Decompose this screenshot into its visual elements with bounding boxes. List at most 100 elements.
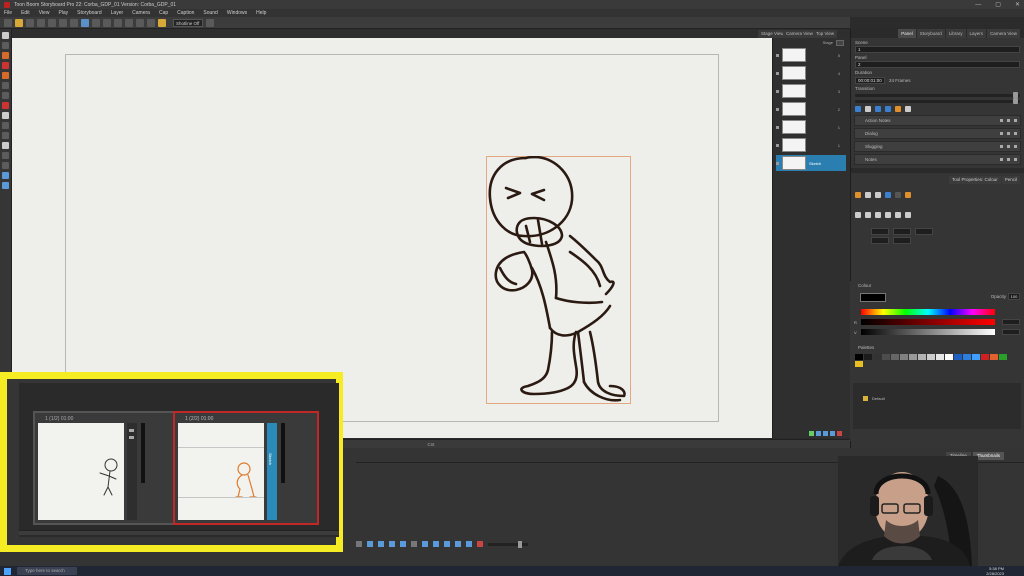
- character-sketch[interactable]: [486, 156, 631, 404]
- group-layer-icon[interactable]: [823, 431, 828, 436]
- action-notes-section[interactable]: Action Notes: [854, 115, 1021, 126]
- notes-section[interactable]: Notes: [854, 154, 1021, 165]
- tab-panel[interactable]: Panel: [898, 29, 916, 38]
- palette-swatch[interactable]: [972, 354, 980, 360]
- palette-swatch[interactable]: [855, 354, 863, 360]
- text-tool-icon[interactable]: [2, 82, 9, 89]
- eraser-tool-icon[interactable]: [2, 72, 9, 79]
- expand-icon[interactable]: [1014, 158, 1017, 161]
- layer-lock-icon[interactable]: [129, 436, 134, 439]
- shuttle-icon[interactable]: [444, 541, 450, 547]
- record-icon[interactable]: [895, 106, 901, 112]
- current-colour-swatch[interactable]: [860, 293, 886, 302]
- pencil-tool-icon[interactable]: [2, 62, 9, 69]
- expand-icon[interactable]: [1014, 119, 1017, 122]
- brush-icon[interactable]: [114, 18, 122, 27]
- menu-layer[interactable]: Layer: [111, 10, 124, 16]
- palette-swatch[interactable]: [900, 354, 908, 360]
- palette-swatch[interactable]: [990, 354, 998, 360]
- menu-file[interactable]: File: [4, 10, 12, 16]
- eye-icon[interactable]: [776, 161, 779, 165]
- panel-thumbnail[interactable]: 1 (1/2) 01:00: [33, 411, 177, 525]
- tab-library[interactable]: Library: [945, 29, 966, 38]
- value-field[interactable]: [1002, 329, 1020, 335]
- close-button[interactable]: ✕: [1015, 1, 1020, 8]
- tab-tool-properties[interactable]: Tool Properties: Colour: [948, 176, 1001, 184]
- tab-top-view[interactable]: Top View: [813, 30, 838, 38]
- layer-item[interactable]: 2: [776, 101, 846, 117]
- previous-panel-icon[interactable]: [367, 541, 373, 547]
- layer-item[interactable]: 3: [776, 83, 846, 99]
- eye-icon[interactable]: [776, 125, 779, 129]
- marquee-icon[interactable]: [865, 192, 871, 198]
- tab-camera-view[interactable]: Camera View: [783, 30, 816, 38]
- y-field[interactable]: [893, 228, 911, 235]
- import-icon[interactable]: [37, 18, 45, 27]
- save-icon[interactable]: [26, 18, 34, 27]
- transform-tool-icon[interactable]: [2, 42, 9, 49]
- select-tool-icon[interactable]: [2, 32, 9, 39]
- angle-field[interactable]: [915, 228, 933, 235]
- reset-icon[interactable]: [905, 212, 911, 218]
- add-bitmap-layer-icon[interactable]: [816, 431, 821, 436]
- flatten-icon[interactable]: [895, 212, 901, 218]
- palette-swatch[interactable]: [945, 354, 953, 360]
- tab-pencil[interactable]: Pencil: [1001, 176, 1020, 184]
- lock-icon[interactable]: [1007, 132, 1010, 135]
- menu-camera[interactable]: Camera: [132, 10, 150, 16]
- red-channel-slider[interactable]: [861, 319, 995, 325]
- layer-item[interactable]: 5: [776, 47, 846, 63]
- layers-zoom-box[interactable]: [836, 39, 844, 46]
- panel-scrollbar[interactable]: [141, 423, 145, 483]
- palette-swatch[interactable]: [855, 361, 863, 367]
- shape-tool-icon[interactable]: [2, 112, 9, 119]
- layer-eye-icon[interactable]: [129, 429, 134, 432]
- smooth-icon[interactable]: [885, 212, 891, 218]
- eye-icon[interactable]: [776, 53, 779, 57]
- palette-swatch[interactable]: [918, 354, 926, 360]
- height-field[interactable]: [893, 237, 911, 244]
- jog-icon[interactable]: [433, 541, 439, 547]
- eye-icon[interactable]: [776, 89, 779, 93]
- palette-swatch[interactable]: [891, 354, 899, 360]
- layer-item[interactable]: 4: [776, 65, 846, 81]
- new-icon[interactable]: [4, 18, 12, 27]
- play-button-icon[interactable]: [378, 541, 384, 547]
- windows-start-icon[interactable]: [4, 567, 11, 575]
- palette-swatch[interactable]: [999, 354, 1007, 360]
- redo-icon[interactable]: [103, 18, 111, 27]
- sound-icon[interactable]: [885, 106, 891, 112]
- snap-icon[interactable]: [885, 192, 891, 198]
- undo-icon[interactable]: [92, 18, 100, 27]
- duration-field[interactable]: 00:00:01:00: [855, 77, 885, 84]
- loop-icon[interactable]: [875, 106, 881, 112]
- palette-swatch[interactable]: [963, 354, 971, 360]
- palette-swatch[interactable]: [936, 354, 944, 360]
- value-channel-slider[interactable]: [861, 329, 995, 335]
- menu-view[interactable]: View: [39, 10, 50, 16]
- panel-thumbnail-selected[interactable]: 1 (2/2) 01:00 Sketch: [173, 411, 319, 525]
- menu-help[interactable]: Help: [256, 10, 266, 16]
- sound-toggle-icon[interactable]: [411, 541, 417, 547]
- edit-icon[interactable]: [1000, 119, 1003, 122]
- layer-item[interactable]: 1: [776, 119, 846, 135]
- lasso-icon[interactable]: [855, 192, 861, 198]
- paint-tool-icon[interactable]: [2, 102, 9, 109]
- stop-icon[interactable]: [865, 106, 871, 112]
- opacity-field[interactable]: 100: [1008, 293, 1020, 300]
- flip-v-icon[interactable]: [875, 212, 881, 218]
- menu-cap[interactable]: Cap: [159, 10, 168, 16]
- hand-tool-icon[interactable]: [2, 182, 9, 189]
- hue-slider[interactable]: [861, 309, 995, 315]
- lock-icon[interactable]: [1007, 119, 1010, 122]
- edit-icon[interactable]: [1000, 145, 1003, 148]
- maximize-button[interactable]: ▢: [995, 1, 1001, 8]
- lock-icon[interactable]: [1007, 158, 1010, 161]
- brush-tool-icon[interactable]: [2, 52, 9, 59]
- palette-swatch[interactable]: [927, 354, 935, 360]
- expand-icon[interactable]: [1014, 145, 1017, 148]
- expand-icon[interactable]: [1014, 132, 1017, 135]
- layer-item[interactable]: 1: [776, 137, 846, 153]
- dropper-tool-icon[interactable]: [2, 162, 9, 169]
- tab-camera-view-right[interactable]: Camera View: [987, 29, 1020, 38]
